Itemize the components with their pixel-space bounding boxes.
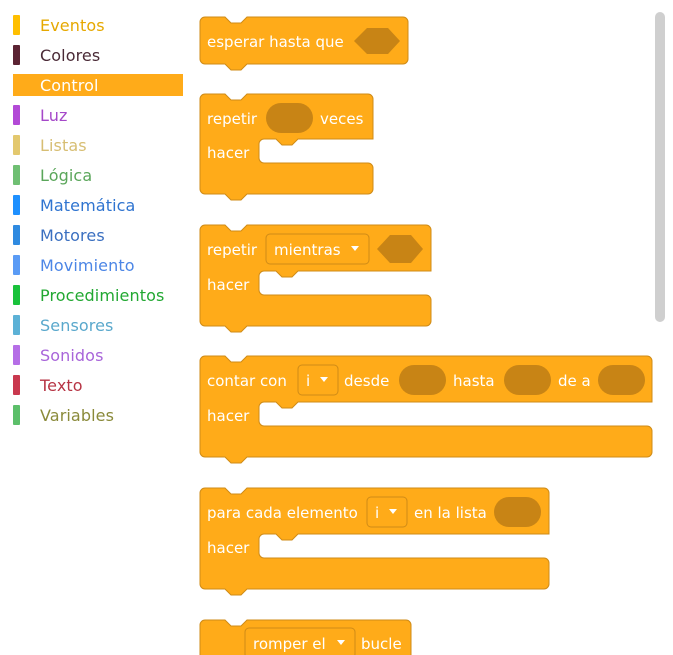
in-list-label: en la lista	[414, 504, 487, 522]
repeat-times-block[interactable]: repetir veces hacer	[199, 93, 374, 201]
count-with-label: contar con	[207, 372, 287, 390]
mode-dropdown[interactable]: mientras	[265, 233, 370, 265]
from-label: desde	[344, 372, 389, 390]
do-label: hacer	[207, 144, 250, 162]
category-colores[interactable]: Colores	[13, 44, 183, 66]
category-label: Luz	[40, 105, 68, 125]
repeat-label: repetir	[207, 110, 258, 128]
times-label: veces	[320, 110, 364, 128]
category-color-swatch	[13, 165, 20, 185]
variable-dropdown-value: i	[375, 504, 379, 522]
category-sidebar: Eventos Colores Control Luz Listas Lógica Mate…	[0, 0, 190, 655]
mode-dropdown-value: mientras	[274, 241, 341, 259]
category-logica[interactable]: Lógica	[13, 164, 183, 186]
count-with-block[interactable]: contar con i desde hasta de a hacer	[199, 355, 653, 464]
category-color-swatch	[13, 75, 20, 95]
for-each-label: para cada elemento	[207, 504, 358, 522]
category-color-swatch	[13, 195, 20, 215]
number-slot[interactable]	[266, 103, 313, 133]
category-label: Lógica	[40, 165, 93, 185]
category-color-swatch	[13, 405, 20, 425]
list-slot[interactable]	[494, 497, 541, 527]
category-color-swatch	[13, 375, 20, 395]
by-label: de a	[558, 372, 591, 390]
category-color-swatch	[13, 315, 20, 335]
category-luz[interactable]: Luz	[13, 104, 183, 126]
loop-control-dropdown-value: romper el	[253, 635, 326, 653]
workspace-scrollbar[interactable]	[655, 12, 665, 322]
category-label: Matemática	[40, 195, 136, 215]
category-listas[interactable]: Listas	[13, 134, 183, 156]
category-label: Eventos	[40, 15, 105, 35]
category-texto[interactable]: Texto	[13, 374, 183, 396]
category-color-swatch	[13, 255, 20, 275]
do-label: hacer	[207, 407, 250, 425]
category-variables[interactable]: Variables	[13, 404, 183, 426]
wait-until-block[interactable]: esperar hasta que	[199, 16, 409, 71]
to-slot[interactable]	[504, 365, 551, 395]
category-color-swatch	[13, 15, 20, 35]
variable-dropdown[interactable]: i	[297, 364, 339, 396]
category-procedimientos[interactable]: Procedimientos	[13, 284, 183, 306]
category-color-swatch	[13, 285, 20, 305]
do-label: hacer	[207, 276, 250, 294]
loop-control-dropdown[interactable]: romper el	[244, 627, 356, 655]
category-motores[interactable]: Motores	[13, 224, 183, 246]
category-movimiento[interactable]: Movimiento	[13, 254, 183, 276]
to-label: hasta	[453, 372, 495, 390]
by-slot[interactable]	[598, 365, 645, 395]
category-matematica[interactable]: Matemática	[13, 194, 183, 216]
category-label: Variables	[40, 405, 115, 425]
category-label: Control	[40, 75, 99, 95]
variable-dropdown-value: i	[306, 372, 310, 390]
break-loop-block[interactable]: romper el bucle	[199, 619, 412, 655]
variable-dropdown[interactable]: i	[366, 496, 408, 528]
for-each-block[interactable]: para cada elemento i en la lista hacer	[199, 487, 550, 596]
blocks-workspace: esperar hasta que repetir veces hacer re…	[190, 0, 673, 655]
loop-label: bucle	[361, 635, 402, 653]
repeat-label: repetir	[207, 241, 258, 259]
category-color-swatch	[13, 225, 20, 245]
category-label: Procedimientos	[40, 285, 165, 305]
category-control[interactable]: Control	[13, 74, 183, 96]
repeat-while-block[interactable]: repetir mientras hacer	[199, 224, 432, 333]
category-sensores[interactable]: Sensores	[13, 314, 183, 336]
category-label: Colores	[40, 45, 101, 65]
category-color-swatch	[13, 135, 20, 155]
category-label: Movimiento	[40, 255, 135, 275]
category-color-swatch	[13, 345, 20, 365]
from-slot[interactable]	[399, 365, 446, 395]
category-sonidos[interactable]: Sonidos	[13, 344, 183, 366]
category-color-swatch	[13, 105, 20, 125]
do-label: hacer	[207, 539, 250, 557]
category-color-swatch	[13, 45, 20, 65]
category-label: Sensores	[40, 315, 114, 335]
category-label: Texto	[40, 375, 83, 395]
category-label: Listas	[40, 135, 87, 155]
category-label: Sonidos	[40, 345, 104, 365]
wait-until-label: esperar hasta que	[207, 33, 344, 51]
category-label: Motores	[40, 225, 105, 245]
category-eventos[interactable]: Eventos	[13, 14, 183, 36]
